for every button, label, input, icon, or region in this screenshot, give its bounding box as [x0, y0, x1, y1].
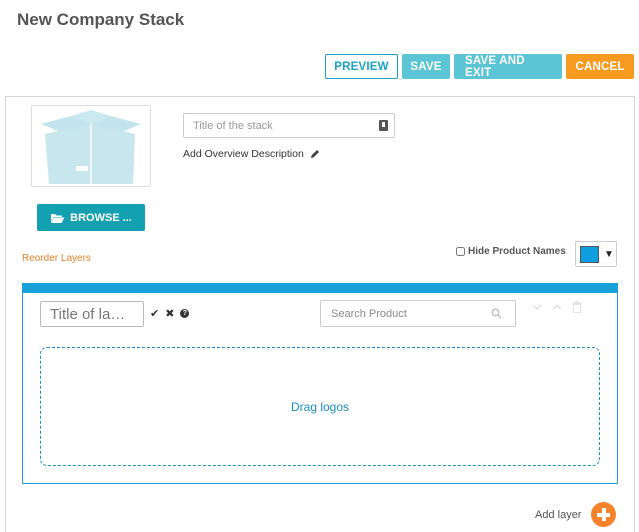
close-icon[interactable]: ✖	[165, 307, 174, 320]
caret-down-icon: ▼	[604, 248, 614, 260]
save-button[interactable]: SAVE	[402, 54, 450, 79]
stack-title-field[interactable]	[183, 113, 395, 138]
chevron-down-icon[interactable]	[532, 304, 542, 310]
save-and-exit-button[interactable]: SAVE AND EXIT	[454, 54, 562, 79]
hide-product-names-checkbox[interactable]	[456, 247, 465, 256]
stack-logo-preview[interactable]	[31, 105, 151, 187]
search-icon	[491, 308, 502, 319]
toolbar: PREVIEW SAVE SAVE AND EXIT CANCEL	[325, 54, 634, 79]
layer-title-actions: ✔ ✖ ?	[150, 307, 190, 320]
layer-title-field[interactable]	[40, 301, 144, 327]
hide-product-names-label: Hide Product Names	[468, 246, 566, 257]
stack-title-input[interactable]	[193, 119, 373, 132]
preview-button[interactable]: PREVIEW	[325, 54, 398, 79]
question-icon[interactable]: ?	[180, 309, 190, 318]
layer-title-input[interactable]	[50, 305, 138, 323]
layer-color-bar	[23, 284, 617, 293]
hide-product-names-toggle[interactable]: Hide Product Names	[456, 246, 566, 257]
plus-circle-icon[interactable]	[591, 502, 617, 527]
add-description-label: Add Overview Description	[183, 148, 304, 160]
box-placeholder-icon	[41, 110, 141, 184]
add-layer-control[interactable]: Add layer	[535, 502, 617, 527]
folder-open-icon	[51, 213, 65, 223]
chevron-up-icon[interactable]	[552, 304, 562, 310]
reorder-layers-link[interactable]: Reorder Layers	[22, 253, 91, 264]
browse-label: BROWSE ...	[70, 211, 132, 224]
add-layer-label: Add layer	[535, 508, 582, 521]
layer-controls	[532, 301, 582, 313]
cancel-button[interactable]: CANCEL	[566, 54, 634, 79]
search-product-input[interactable]	[331, 307, 491, 320]
color-picker[interactable]: ▼	[575, 241, 617, 267]
color-swatch	[580, 245, 599, 263]
search-product-field[interactable]	[320, 300, 516, 327]
logo-drop-zone[interactable]: Drag logos	[40, 347, 600, 466]
pencil-icon	[310, 150, 319, 158]
check-icon[interactable]: ✔	[150, 307, 159, 320]
layer-card: ✔ ✖ ? Drag logos	[22, 283, 618, 484]
page-title: New Company Stack	[17, 10, 185, 29]
stack-editor-panel: BROWSE ... Add Overview Description Reor…	[5, 96, 635, 532]
lock-icon	[379, 120, 388, 131]
trash-icon[interactable]	[572, 301, 582, 313]
add-overview-description[interactable]: Add Overview Description	[183, 148, 320, 160]
browse-button[interactable]: BROWSE ...	[37, 204, 145, 231]
drag-logos-label: Drag logos	[290, 399, 350, 414]
